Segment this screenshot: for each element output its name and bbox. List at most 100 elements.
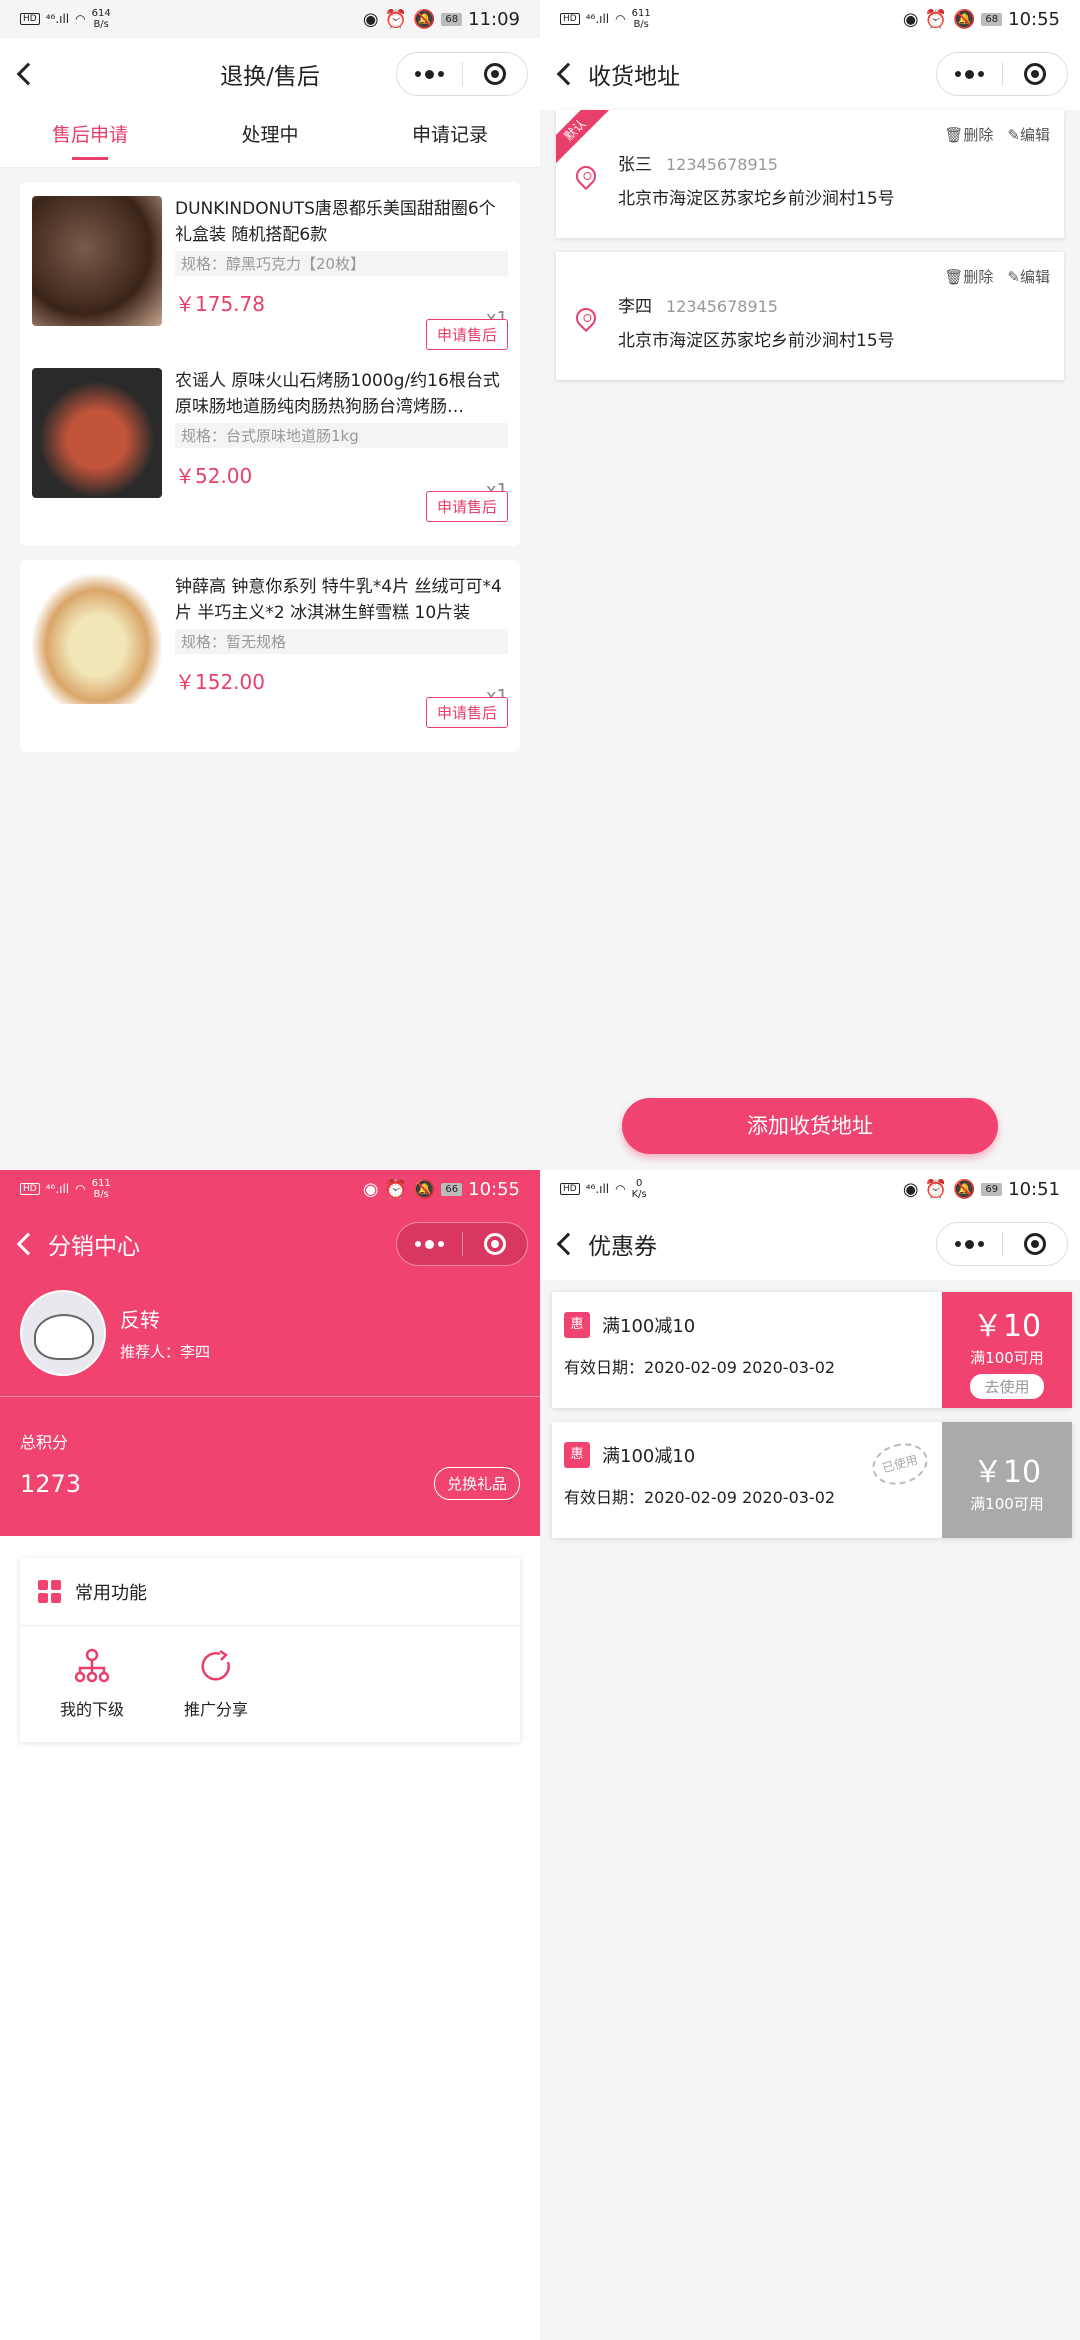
alarm-icon: ⏰ — [924, 1178, 947, 1200]
product-price: ￥52.00 — [175, 464, 253, 488]
address-card[interactable]: 默认 🗑删除 ✎编辑 张三 12345678915 北京市海淀区苏家坨乡前沙涧村15… — [556, 110, 1064, 238]
product-item: 农谣人 原味火山石烤肠1000g/约16根台式原味肠地道肠纯肉肠热狗肠台湾烤肠…… — [32, 364, 508, 536]
battery-level: 69 — [981, 1182, 1003, 1196]
address-phone: 12345678915 — [666, 297, 778, 316]
back-button[interactable] — [540, 1208, 588, 1280]
signal-icon: ⁴⁶.ıll — [585, 12, 610, 26]
coupon-badge: 惠 — [564, 1442, 590, 1468]
product-spec: 规格：台式原味地道肠1kg — [175, 423, 508, 448]
mute-icon: 🔕 — [952, 1178, 976, 1200]
eye-icon: ◉ — [902, 1178, 919, 1200]
page-title: 优惠券 — [588, 1234, 657, 1260]
points-value: 1273 — [20, 1469, 82, 1498]
record-icon — [483, 63, 506, 85]
product-price: ￥175.78 — [175, 292, 265, 316]
delete-button[interactable]: 🗑删除 — [944, 124, 993, 145]
net-speed: 614 B/s — [91, 8, 111, 30]
clock: 11:09 — [468, 8, 520, 30]
apply-after-sale-button[interactable]: 申请售后 — [425, 319, 508, 350]
wifi-icon: ◠ — [75, 12, 86, 26]
battery-level: 68 — [981, 12, 1003, 26]
trash-icon: 🗑 — [944, 126, 964, 144]
record-icon — [1023, 1233, 1046, 1255]
mute-icon: 🔕 — [952, 8, 976, 30]
close-capsule-button[interactable] — [1003, 1223, 1068, 1265]
product-image — [32, 196, 162, 326]
user-info: 反转 推荐人：李四 — [0, 1280, 540, 1386]
product-price: ￥152.00 — [175, 670, 265, 694]
product-spec: 规格：暂无规格 — [175, 629, 508, 654]
product-name[interactable]: DUNKINDONUTS唐恩都乐美国甜甜圈6个礼盒装 随机搭配6款 — [175, 196, 508, 248]
location-pin-icon — [571, 303, 601, 333]
user-name: 反转 — [120, 1308, 160, 1332]
referrer: 推荐人：李四 — [120, 1343, 211, 1361]
distribution-screen: HD ⁴⁶.ıll ◠ 611 B/s ◉ ⏰ 🔕 66 10:55 分销中心 反转 推荐人：李… — [0, 1170, 540, 2340]
back-arrow-icon — [16, 62, 40, 86]
wifi-icon: ◠ — [75, 1182, 86, 1196]
redeem-gift-button[interactable]: 兑换礼品 — [433, 1467, 520, 1500]
coupon-validity: 有效日期：2020-02-09 2020-03-02 — [564, 1488, 836, 1507]
back-button[interactable] — [0, 38, 48, 110]
trash-icon: 🗑 — [944, 268, 964, 286]
coupon-amount: ￥10 — [972, 1454, 1042, 1490]
back-button[interactable] — [0, 1208, 48, 1280]
status-bar: HD ⁴⁶.ıll ◠ 611 B/s ◉ ⏰ 🔕 68 10:55 — [540, 0, 1080, 38]
more-button[interactable] — [937, 53, 1002, 95]
coupon-screen: HD ⁴⁶.ıll ◠ 0 K/s ◉ ⏰ 🔕 69 10:51 优惠券 惠满100减10 有效… — [540, 1170, 1080, 2340]
edit-icon: ✎ — [1007, 126, 1020, 144]
nav-bar: 分销中心 — [0, 1208, 540, 1280]
share-icon — [154, 1646, 278, 1686]
common-functions-panel: 常用功能 我的下级 推广分享 — [20, 1558, 520, 1742]
coupon-condition: 满100可用 — [970, 1494, 1044, 1513]
more-button[interactable] — [397, 1223, 462, 1265]
mini-program-capsule — [936, 1222, 1068, 1266]
alarm-icon: ⏰ — [384, 8, 407, 30]
coupon-amount: ￥10 — [972, 1309, 1042, 1344]
net-speed: 611 B/s — [631, 8, 651, 30]
apply-after-sale-button[interactable]: 申请售后 — [425, 491, 508, 522]
net-speed: 0 K/s — [631, 1178, 647, 1200]
product-item: 钟薛高 钟意你系列 特牛乳*4片 丝绒可可*4片 半巧主义*2 冰淇淋生鲜雪糕 … — [32, 570, 508, 742]
product-name[interactable]: 钟薛高 钟意你系列 特牛乳*4片 丝绒可可*4片 半巧主义*2 冰淇淋生鲜雪糕 … — [175, 574, 508, 626]
apply-after-sale-button[interactable]: 申请售后 — [425, 697, 508, 728]
eye-icon: ◉ — [902, 8, 919, 30]
nav-bar: 收货地址 — [540, 38, 1080, 110]
promote-share-button[interactable]: 推广分享 — [154, 1646, 278, 1720]
page-title: 收货地址 — [588, 64, 680, 90]
back-button[interactable] — [540, 38, 588, 110]
avatar[interactable] — [20, 1290, 106, 1376]
delete-button[interactable]: 🗑删除 — [944, 266, 993, 287]
coupon-card: 惠满100减10 有效日期：2020-02-09 2020-03-02 已使用 … — [552, 1422, 1072, 1538]
edit-button[interactable]: ✎编辑 — [1007, 124, 1050, 145]
hd-indicator: HD — [20, 1183, 40, 1195]
alarm-icon: ⏰ — [924, 8, 947, 30]
coupon-title: 满100减10 — [602, 1316, 696, 1337]
edit-button[interactable]: ✎编辑 — [1007, 266, 1050, 287]
close-capsule-button[interactable] — [1003, 53, 1068, 95]
address-screen: HD ⁴⁶.ıll ◠ 611 B/s ◉ ⏰ 🔕 68 10:55 收货地址 默认 🗑删除 ✎编… — [540, 0, 1080, 1170]
nav-bar: 退换/售后 — [0, 38, 540, 110]
tab-processing[interactable]: 处理中 — [180, 110, 360, 168]
add-address-button[interactable]: 添加收货地址 — [622, 1098, 998, 1154]
product-image — [32, 574, 162, 704]
tab-apply-records[interactable]: 申请记录 — [360, 110, 540, 168]
my-subordinates-button[interactable]: 我的下级 — [30, 1646, 154, 1720]
close-capsule-button[interactable] — [463, 53, 528, 95]
points-label: 总积分 — [20, 1433, 69, 1452]
clock: 10:51 — [1008, 1178, 1060, 1200]
more-button[interactable] — [397, 53, 462, 95]
coupon-badge: 惠 — [564, 1312, 590, 1338]
use-coupon-button[interactable]: 去使用 — [970, 1374, 1044, 1399]
tab-after-sale-apply[interactable]: 售后申请 — [0, 110, 180, 168]
address-card[interactable]: 🗑删除 ✎编辑 李四 12345678915 北京市海淀区苏家坨乡前沙涧村15号 — [556, 252, 1064, 380]
mini-program-capsule — [936, 52, 1068, 96]
address-name: 张三 — [618, 155, 652, 175]
mini-program-capsule — [396, 52, 528, 96]
coupon-card: 惠满100减10 有效日期：2020-02-09 2020-03-02 ￥10 … — [552, 1292, 1072, 1408]
mini-program-capsule — [396, 1222, 528, 1266]
product-name[interactable]: 农谣人 原味火山石烤肠1000g/约16根台式原味肠地道肠纯肉肠热狗肠台湾烤肠… — [175, 368, 508, 420]
battery-level: 68 — [441, 12, 463, 26]
order-card: 钟薛高 钟意你系列 特牛乳*4片 丝绒可可*4片 半巧主义*2 冰淇淋生鲜雪糕 … — [20, 560, 520, 752]
more-button[interactable] — [937, 1223, 1002, 1265]
close-capsule-button[interactable] — [463, 1223, 528, 1265]
